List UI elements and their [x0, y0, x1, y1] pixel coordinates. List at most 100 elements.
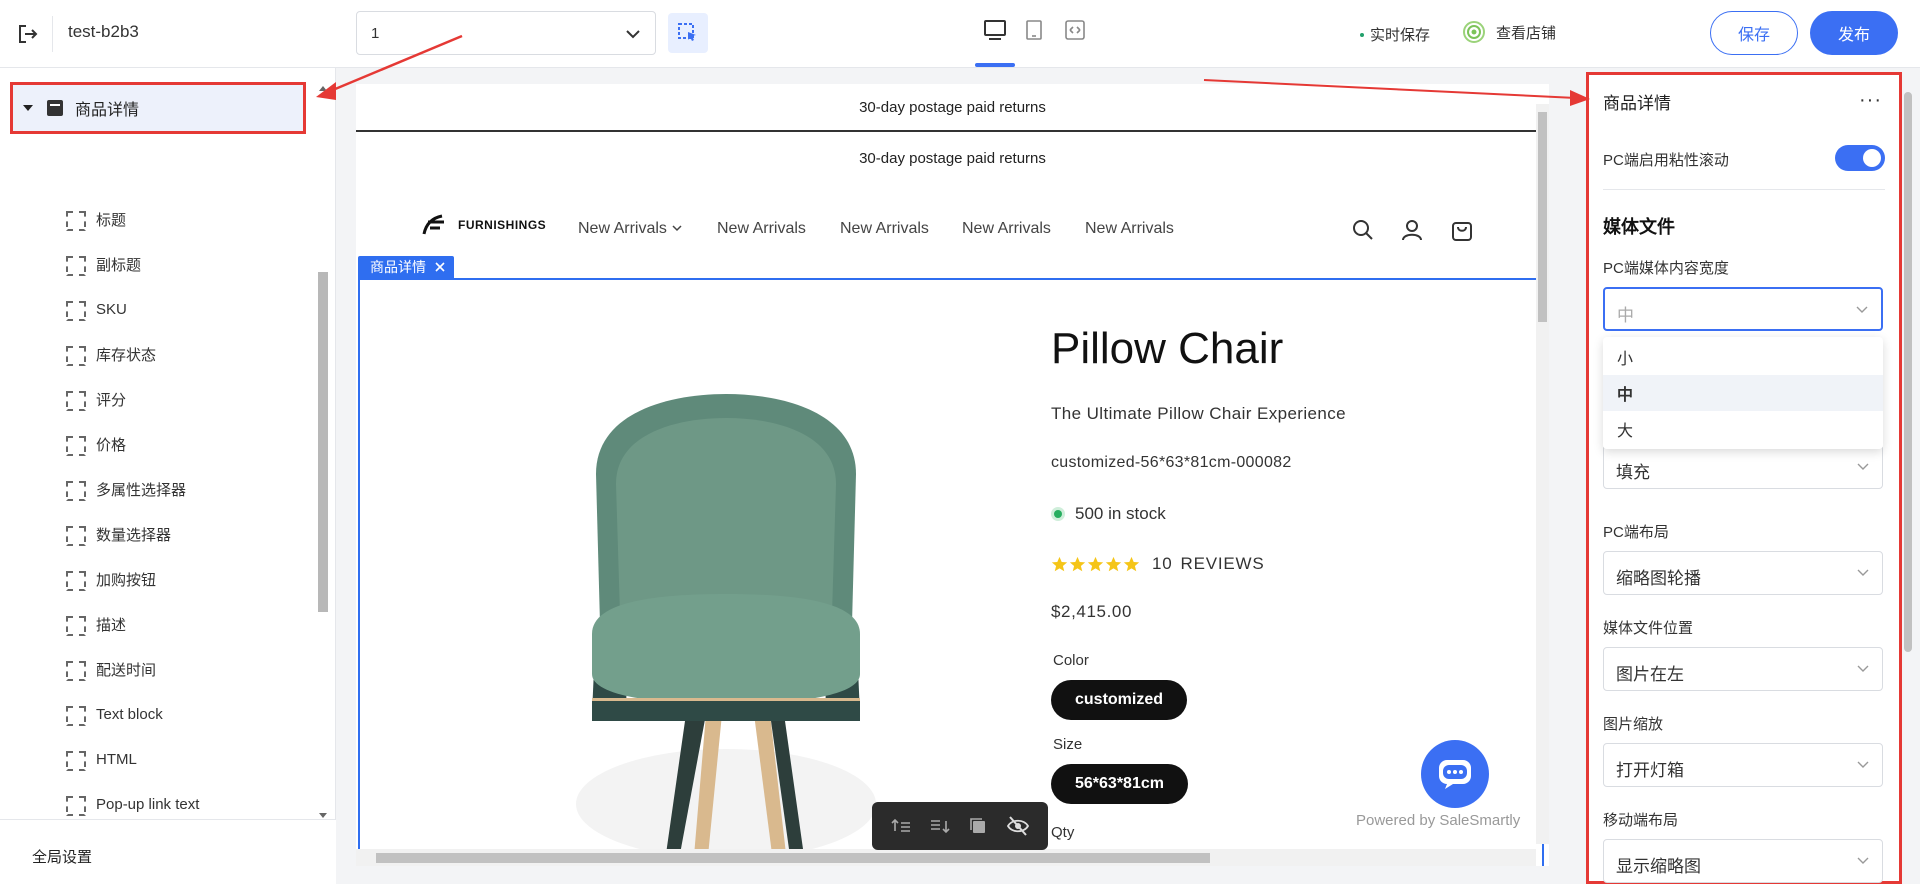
divider	[1603, 189, 1885, 190]
view-store-label: 查看店铺	[1496, 24, 1557, 42]
chevron-down-icon	[626, 30, 640, 39]
in-stock-dot-icon	[1051, 507, 1065, 521]
block-icon	[66, 301, 82, 317]
size-option-pill[interactable]: 56*63*81cm	[1051, 764, 1188, 804]
powered-by-text: Powered by SaleSmartly	[1356, 812, 1521, 829]
scrollbar-thumb[interactable]	[376, 853, 1210, 863]
close-icon[interactable]	[434, 261, 446, 273]
tree-item[interactable]: HTML	[66, 744, 137, 774]
preview-canvas[interactable]: 30-day postage paid returns 30-day posta…	[356, 84, 1549, 866]
status-dot-icon	[1360, 32, 1364, 37]
tree-item[interactable]: 描述	[66, 609, 126, 639]
stock-status: 500 in stock	[1051, 504, 1166, 524]
product-rating[interactable]: 10 REVIEWS	[1051, 554, 1265, 574]
select-value: 打开灯箱	[1616, 761, 1684, 780]
duplicate-icon[interactable]	[967, 815, 989, 837]
chat-icon	[1439, 760, 1471, 789]
tree-item-label: 库存状态	[96, 346, 157, 364]
tree-item-label: SKU	[96, 300, 127, 318]
block-icon	[66, 481, 82, 497]
tablet-icon	[1026, 20, 1042, 40]
tree-item[interactable]: 数量选择器	[66, 519, 171, 549]
mobile-layout-select[interactable]: 显示缩略图	[1603, 839, 1883, 883]
selected-section-tag[interactable]: 商品详情	[358, 256, 454, 278]
nav-item[interactable]: New Arrivals	[717, 220, 806, 238]
autosave-label: 实时保存	[1370, 27, 1431, 44]
tree-item[interactable]: 配送时间	[66, 654, 156, 684]
publish-button[interactable]: 发布	[1810, 11, 1898, 55]
tree-item-label: 数量选择器	[96, 526, 172, 544]
image-zoom-select[interactable]: 打开灯箱	[1603, 743, 1883, 787]
tree-item[interactable]: 评分	[66, 384, 126, 414]
media-position-select[interactable]: 图片在左	[1603, 647, 1883, 691]
size-option-label: Size	[1053, 736, 1083, 753]
account-icon[interactable]	[1398, 216, 1426, 244]
canvas-horizontal-scrollbar[interactable]	[356, 849, 1536, 866]
nav-item[interactable]: New Arrivals	[578, 220, 683, 238]
block-icon	[66, 391, 82, 407]
dropdown-option[interactable]: 大	[1603, 411, 1883, 447]
tree-item[interactable]: Text block	[66, 699, 163, 729]
caret-down-icon[interactable]	[23, 105, 33, 111]
dropdown-option[interactable]: 小	[1603, 339, 1883, 375]
move-up-icon[interactable]	[890, 815, 912, 837]
top-bar: test-b2b3 1 实时保存 查看店铺 保存 发布	[0, 0, 1920, 68]
nav-item[interactable]: New Arrivals	[962, 220, 1051, 238]
sticky-scroll-toggle[interactable]	[1835, 145, 1885, 171]
tree-item[interactable]: 多属性选择器	[66, 474, 186, 504]
save-button[interactable]: 保存	[1710, 11, 1798, 55]
pc-layout-label: PC端布局	[1603, 524, 1669, 541]
more-options-icon[interactable]: ···	[1859, 89, 1882, 112]
desktop-view-button[interactable]	[981, 16, 1009, 44]
block-icon	[66, 256, 82, 272]
left-sidebar: 商品详情 标题副标题 SKU 库存状态评分价格多属性选择器 数量选择器加购按钮描述配送…	[0, 68, 336, 884]
scrollbar-thumb[interactable]	[1904, 92, 1912, 652]
tree-item[interactable]: 库存状态	[66, 339, 156, 369]
tree-item[interactable]: 标题	[66, 204, 126, 234]
exit-icon[interactable]	[12, 18, 44, 50]
move-down-icon[interactable]	[929, 815, 951, 837]
nav-item[interactable]: New Arrivals	[840, 220, 929, 238]
selected-section-frame[interactable]	[358, 278, 1544, 866]
cart-icon[interactable]	[1448, 216, 1476, 244]
tree-item[interactable]: 加购按钮	[66, 564, 156, 594]
fullwidth-view-button[interactable]	[1061, 16, 1089, 44]
star-icon	[1105, 556, 1122, 571]
dropdown-option[interactable]: 中	[1603, 375, 1883, 411]
color-option-pill[interactable]: customized	[1051, 680, 1188, 720]
tree-item[interactable]: Pop-up link text	[66, 789, 199, 819]
tree-item-product-detail[interactable]: 商品详情	[10, 82, 306, 134]
product-image[interactable]	[556, 394, 896, 864]
panel-scrollbar[interactable]	[1900, 84, 1916, 884]
nav-item[interactable]: New Arrivals	[1085, 220, 1174, 238]
media-fill-select[interactable]: 填充	[1603, 445, 1883, 489]
mobile-layout-label: 移动端布局	[1603, 812, 1679, 829]
tree-item[interactable]: SKU	[66, 294, 127, 324]
scrollbar-thumb[interactable]	[318, 272, 328, 612]
global-settings-button[interactable]: 全局设置	[0, 819, 336, 884]
element-select-tool-button[interactable]	[668, 13, 708, 53]
hide-icon[interactable]	[1006, 815, 1030, 837]
media-width-dropdown: 小中大	[1603, 337, 1883, 449]
chevron-down-icon	[1857, 665, 1869, 672]
store-logo[interactable]: FURNISHINGS	[420, 212, 546, 238]
tree-item-label: Text block	[96, 705, 163, 723]
pc-layout-select[interactable]: 缩略图轮播	[1603, 551, 1883, 595]
tree-item[interactable]: 副标题	[66, 249, 141, 279]
chat-widget-button[interactable]	[1421, 740, 1489, 808]
scrollbar-thumb[interactable]	[1538, 112, 1547, 322]
chevron-down-icon	[1856, 306, 1868, 313]
page-select[interactable]: 1	[356, 11, 656, 55]
view-store-link[interactable]: 查看店铺	[1462, 20, 1556, 44]
tree-item-label: 标题	[96, 211, 127, 229]
tablet-view-button[interactable]	[1020, 16, 1048, 44]
tree-item-label: 加购按钮	[96, 571, 157, 589]
eye-icon	[1463, 21, 1485, 43]
pc-media-width-select[interactable]: 中	[1603, 287, 1883, 331]
canvas-vertical-scrollbar[interactable]	[1536, 104, 1549, 844]
search-icon[interactable]	[1349, 216, 1377, 244]
tree-item[interactable]: 价格	[66, 429, 126, 459]
sidebar-scrollbar[interactable]	[318, 84, 328, 884]
block-icon	[66, 436, 82, 452]
tree-item-label: 多属性选择器	[96, 481, 187, 499]
